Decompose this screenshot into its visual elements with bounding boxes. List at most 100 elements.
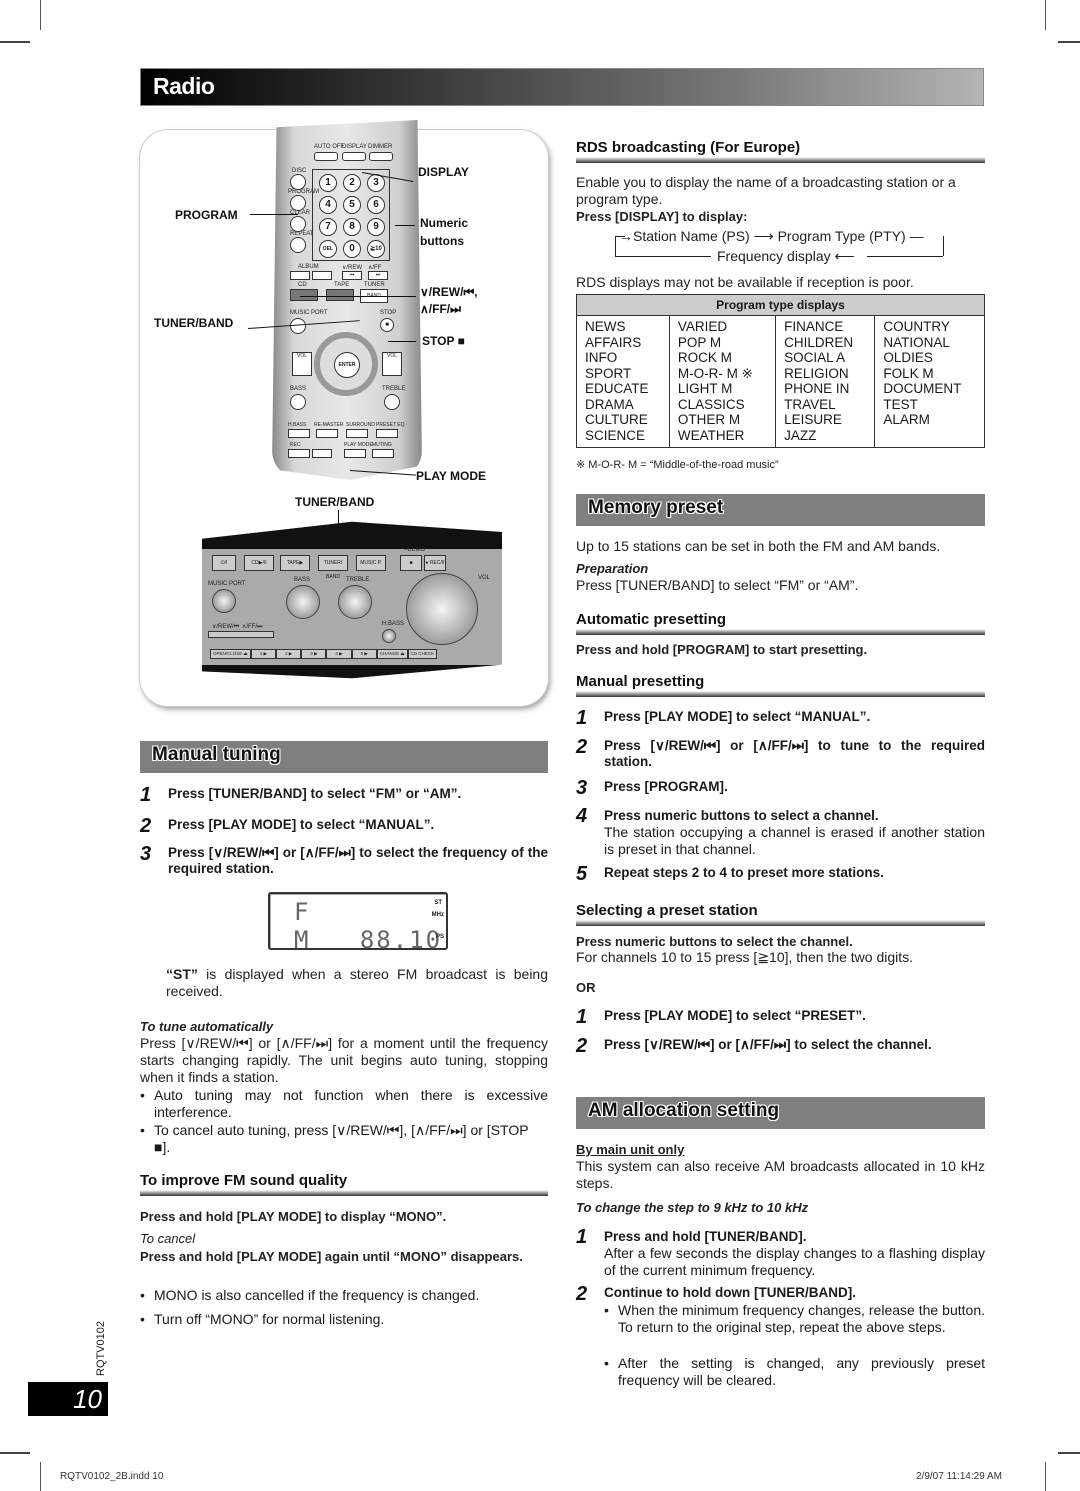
am-bullet: • When the minimum frequency changes, rel… [604,1302,985,1335]
step-number: 3 [576,777,588,799]
illustration-panel: AUTO OFF DISPLAY DIMMER DISC PROGRAM CLE… [140,120,548,706]
unit-strip-button: 4 ▶ [326,649,352,659]
subheading-rds: RDS broadcasting (For Europe) [576,139,985,163]
lcd-display: F M 88.10 ST MHz PS [268,892,448,954]
pty-item: POP M [677,334,722,350]
step-text: Press [∨/REW/⏮] or [∧/FF/⏭] to select th… [604,1037,932,1052]
or-label: OR [576,980,596,995]
pty-item: LEISURE [784,412,842,427]
remote-label: BASS [290,386,307,392]
unit-label: MUSIC PORT [208,581,246,587]
callout-program: PROGRAM [175,208,238,222]
subheading-fm-quality: To improve FM sound quality [140,1172,548,1196]
crop-mark [40,0,41,30]
remote-button-tape-play [326,289,354,301]
step-text: Press [∨/REW/⏮] or [∧/FF/⏭] to tune to t… [604,738,985,769]
pty-item: DOCUMENT [883,381,962,396]
pty-item: AFFAIRS [585,334,642,350]
pty-item: INFO [585,350,618,365]
subheading-text: Automatic presetting [576,611,727,628]
remote-button-album-down [290,271,310,280]
unit-button-tuner-band: TUNER/ BAND [318,555,348,580]
leader-line [388,341,416,342]
pty-column: VARIED POP M ROCK M M-O-R- M ※ LIGHT M CLASSI… [668,315,777,448]
crop-mark [0,41,30,43]
remote-label: MUSIC PORT [290,310,328,316]
subheading-text: To improve FM sound quality [140,1172,348,1189]
subheading-text: Manual presetting [576,673,705,690]
cycle-program-type: Program Type (PTY) [777,228,906,244]
step-text: Continue to hold down [TUNER/BAND]. [604,1285,856,1300]
section-title: Memory preset [588,497,724,518]
section-heading-memory-preset: Memory preset [576,494,985,526]
subheading-manual-presetting: Manual presetting [576,673,985,697]
bullet-text: Turn off “MONO” for normal listening. [154,1311,385,1327]
subheading-text: Selecting a preset station [576,902,758,919]
st-note-text: is displayed when a stereo FM broadcast … [166,966,548,999]
select-preset-instruction: Press numeric buttons to select the chan… [576,934,853,949]
crop-mark [0,1452,30,1454]
select-preset-step: 2 Press [∨/REW/⏮] or [∧/FF/⏭] to select … [576,1035,985,1073]
remote-button-preset-eq [376,429,398,438]
remote-button-rew: ⏮ [342,271,362,280]
pty-item: M-O-R- M ※ [677,365,753,381]
pty-column: COUNTRY NATIONAL OLDIES FOLK M DOCUMENT TEST A… [874,315,985,448]
bullet-text: After the setting is changed, any previo… [618,1355,985,1388]
remote-button-enter: ENTER [334,352,360,378]
table-title: Program type displays [576,294,985,316]
fm-cancel-title: To cancel [140,1231,196,1246]
pty-item: VARIED [677,319,728,334]
remote-label: PRESET EQ [376,422,405,428]
auto-tune-text: Press [∨/REW/⏮] or [∧/FF/⏭] for a moment… [140,1035,548,1085]
remote-button-vol-down: VOL [292,352,312,376]
pty-item: FINANCE [784,319,844,334]
footer-file-name: RQTV0102_2B.indd 10 [60,1471,164,1482]
step-number: 4 [576,805,588,827]
pty-item: ROCK M [677,350,732,365]
step-number: 2 [140,815,152,837]
unit-label: H.BASS [382,621,405,627]
unit-music-port-jack [212,589,236,613]
remote-digit-button: 8 [343,218,361,236]
callout-ff: ∧/FF/⏭ [420,302,461,316]
unit-label: –DEMO [404,547,426,553]
preparation-title: Preparation [576,561,649,576]
cycle-frequency-display: Frequency display [717,248,831,264]
remote-digit-button: 1 [319,174,337,192]
leader-line [395,225,415,226]
pty-item: JAZZ [784,427,817,443]
cycle-station-name: Station Name (PS) [633,228,750,244]
unit-rew-ff-bar [208,631,274,638]
automatic-presetting-text: Press and hold [PROGRAM] to start preset… [576,642,868,657]
unit-strip-button: 2 ▶ [275,649,302,659]
remote-label: TREBLE [382,386,406,392]
remote-button-stop: ■ [380,318,394,332]
remote-button-bass [290,394,306,410]
pty-item: EDUCATE [585,381,649,396]
remote-button-rec [288,449,310,458]
unit-label: ∨/REW/⏮ [212,624,240,630]
remote-label: CD [298,282,307,288]
step-text: Press [TUNER/BAND] to select “FM” or “AM… [168,786,462,801]
unit-bass-knob [286,585,320,619]
remote-button-program [290,195,306,211]
unit-button-power: ⏻/I [212,555,236,571]
am-change-title: To change the step to 9 kHz to 10 kHz [576,1200,809,1215]
remote-digit-button: ≧10 [367,240,385,258]
lcd-band: F M [294,898,311,954]
page-title-banner: Radio [140,68,984,106]
pty-item: TEST [883,396,918,412]
unit-button-tape: TAPE▶ [280,555,310,571]
remote-label: TUNER [364,282,385,288]
pty-item: OLDIES [883,350,933,365]
callout-unit-tuner-band: TUNER/BAND [295,495,375,509]
step-number: 1 [576,1226,588,1248]
bullet-text: When the minimum frequency changes, rele… [618,1302,985,1335]
remote-button-music-port [290,318,306,334]
remote-button-muting [372,449,394,458]
pty-item: LIGHT M [677,381,733,396]
remote-digit-button: 4 [319,196,337,214]
pty-item: NATIONAL [883,334,950,350]
callout-stop: STOP ■ [422,334,465,348]
remote-button-display [342,152,366,161]
